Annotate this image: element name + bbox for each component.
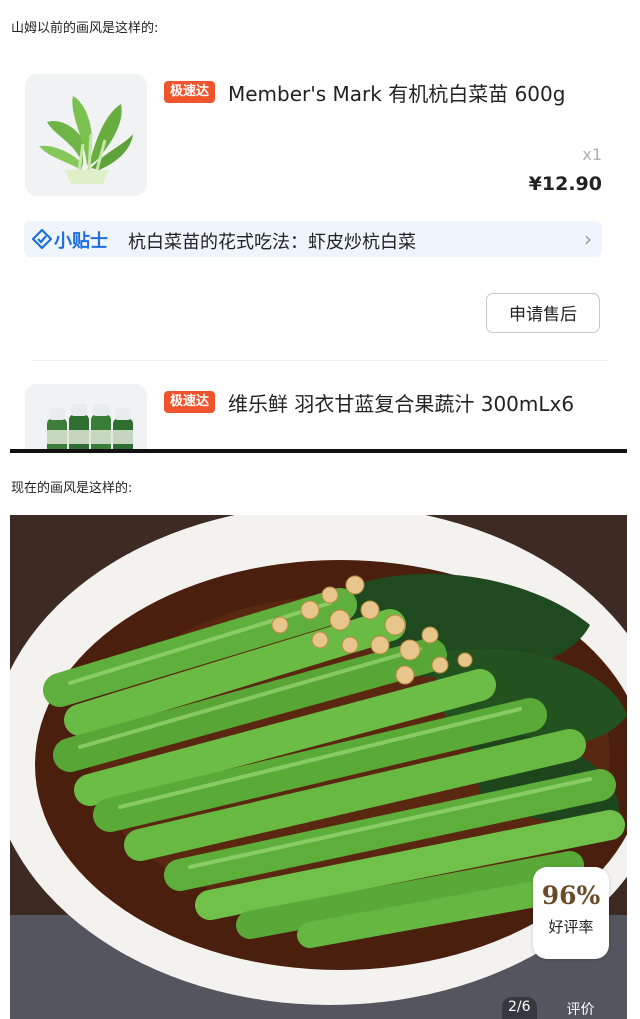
express-badge: 极速达 <box>164 81 216 103</box>
product-name[interactable]: Member's Mark 有机杭白菜苗 600g <box>228 78 565 107</box>
greens-with-garlic-photo[interactable]: 96% 好评率 2/6 评价 <box>10 515 627 1019</box>
page-indicator: 2/6 <box>502 997 537 1019</box>
rating-badge: 96% 好评率 <box>533 867 609 959</box>
bok-choy-image[interactable] <box>25 74 147 196</box>
divider <box>10 449 627 453</box>
rating-label: 好评率 <box>548 918 594 936</box>
tip-banner[interactable]: 小贴士 杭白菜苗的花式吃法：虾皮炒杭白菜 › <box>24 221 602 257</box>
divider <box>32 360 607 361</box>
tip-diamond-icon <box>32 229 52 249</box>
caption-after: 现在的画风是这样的: <box>11 481 133 496</box>
rating-value: 96% <box>541 881 601 910</box>
tip-label: 小贴士 <box>54 231 108 252</box>
product-name[interactable]: 维乐鲜 羽衣甘蓝复合果蔬汁 300mLx6 <box>228 388 574 417</box>
tip-text: 杭白菜苗的花式吃法：虾皮炒杭白菜 <box>128 232 416 253</box>
order-screenshot: 极速达 Member's Mark 有机杭白菜苗 600g x1 ¥12.90 … <box>10 50 627 452</box>
review-tab[interactable]: 评价 <box>563 997 599 1019</box>
after-sale-button[interactable]: 申请售后 <box>486 293 600 333</box>
product-quantity: x1 <box>582 145 602 164</box>
caption-before: 山姆以前的画风是这样的: <box>11 21 159 36</box>
product-price: ¥12.90 <box>528 173 602 195</box>
photo-bottom-bar: 2/6 评价 <box>502 997 599 1019</box>
express-badge: 极速达 <box>164 391 216 413</box>
chevron-right-icon: › <box>584 227 592 251</box>
juice-bottles-image[interactable] <box>25 384 147 452</box>
